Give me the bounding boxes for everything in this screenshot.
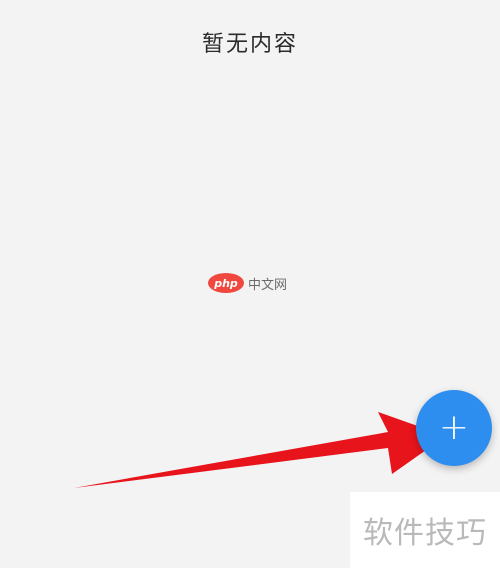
corner-watermark: 软件技巧 (350, 492, 500, 568)
empty-state-message: 暂无内容 (201, 32, 298, 57)
php-logo: php (208, 273, 244, 293)
add-button[interactable]: + (416, 390, 492, 466)
corner-watermark-text: 软件技巧 (363, 516, 487, 551)
watermark-site-text: 中文网 (248, 277, 288, 293)
arrow-shape (74, 412, 446, 488)
plus-icon: + (438, 407, 470, 448)
app-screen: 暂无内容 php 中文网 + 软件技巧 (0, 0, 500, 568)
site-watermark: php 中文网 (208, 272, 298, 294)
